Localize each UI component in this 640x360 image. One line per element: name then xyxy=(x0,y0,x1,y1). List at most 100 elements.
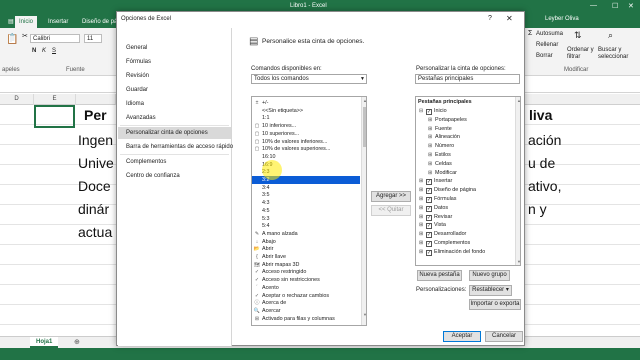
expand-icon[interactable]: ⊞ xyxy=(428,142,435,150)
close-icon[interactable]: ✕ xyxy=(506,14,513,23)
underline-icon[interactable]: S xyxy=(52,48,56,54)
scroll-thumb[interactable] xyxy=(363,107,366,147)
ok-button[interactable]: Aceptar xyxy=(443,331,481,342)
command-item[interactable]: 5:3 xyxy=(252,215,360,223)
sheet-tab-hoja1[interactable]: Hoja1 xyxy=(30,337,59,348)
new-tab-button[interactable]: Nueva pestaña xyxy=(417,270,462,281)
checkbox[interactable]: ✓ xyxy=(426,109,432,115)
checkbox[interactable]: ✓ xyxy=(426,214,432,221)
scroll-up-icon[interactable]: ▲ xyxy=(516,98,520,103)
checkbox[interactable]: ✓ xyxy=(426,223,432,230)
add-sheet-icon[interactable]: ⊕ xyxy=(74,338,80,346)
expand-icon[interactable]: ⊞ xyxy=(419,239,426,247)
column-header-d[interactable]: D xyxy=(0,94,34,105)
tab-diseno[interactable]: Diseño de pá xyxy=(78,16,121,28)
tree-item[interactable]: ⊞ ✓ Insertar xyxy=(419,177,452,186)
tree-item[interactable]: ⊞ ✓ Diseño de página xyxy=(419,186,476,195)
clear-button[interactable]: Borrar xyxy=(536,53,553,59)
active-cell[interactable] xyxy=(34,105,75,128)
nav-formulas[interactable]: Fórmulas xyxy=(118,56,231,68)
nav-trust-center[interactable]: Centro de confianza xyxy=(118,170,231,182)
collapse-icon[interactable]: ⊟ xyxy=(419,107,426,115)
command-item[interactable]: <<Sin etiqueta>> xyxy=(252,107,360,115)
import-export-button[interactable]: Importar o exporta xyxy=(469,299,521,310)
expand-icon[interactable]: ⊞ xyxy=(419,221,426,229)
paste-icon[interactable]: 📋 xyxy=(6,34,18,45)
tab-inicio[interactable]: Inicio xyxy=(15,16,38,28)
nav-revision[interactable]: Revisión xyxy=(118,70,231,82)
expand-icon[interactable]: ⊞ xyxy=(419,230,426,238)
customize-ribbon-dropdown[interactable]: Pestañas principales xyxy=(415,74,520,84)
expand-icon[interactable]: ⊞ xyxy=(419,213,426,221)
command-item[interactable]: ⊞ Activado para filas y columnas xyxy=(252,315,360,323)
font-name-box[interactable]: Calibri xyxy=(30,34,80,43)
cancel-button[interactable]: Cancelar xyxy=(485,331,523,342)
tree-scrollbar[interactable]: ▲ ▼ xyxy=(515,97,520,265)
checkbox[interactable]: ✓ xyxy=(426,197,432,203)
command-item[interactable]: ´ Acento xyxy=(252,284,360,292)
command-item[interactable]: 🗺 Abrir mapas 3D xyxy=(252,261,360,269)
tree-item[interactable]: ⊞ Modificar xyxy=(428,169,457,177)
new-group-button[interactable]: Nuevo grupo xyxy=(469,270,510,281)
tree-item[interactable]: ⊞ ✓ Fórmulas xyxy=(419,195,456,203)
command-item[interactable]: 📂 Abrir xyxy=(252,245,360,253)
tree-item[interactable]: ⊞ Celdas xyxy=(428,160,452,168)
bold-icon[interactable]: N xyxy=(32,48,36,54)
checkbox[interactable]: ✓ xyxy=(426,179,432,186)
command-item[interactable]: ✓ Acceso sin restricciones xyxy=(252,276,360,284)
sort-filter-icon[interactable]: ⇅ xyxy=(574,30,582,41)
checkbox[interactable]: ✓ xyxy=(426,249,432,256)
user-name[interactable]: Leyber Oliva xyxy=(545,16,579,22)
fill-button[interactable]: Rellenar xyxy=(536,42,558,48)
command-item[interactable]: ▢ 10% de valores superiores... xyxy=(252,145,360,153)
tree-item[interactable]: ⊞ ✓ Eliminación del fondo xyxy=(419,248,485,256)
tree-item[interactable]: ⊞ Alineación xyxy=(428,133,460,141)
tree-item[interactable]: ⊞ ✓ Revisar xyxy=(419,213,452,221)
command-item[interactable]: ▢ 10% de valores inferiores... xyxy=(252,138,360,146)
checkbox[interactable]: ✓ xyxy=(426,232,432,239)
tree-item[interactable]: ⊞ ✓ Datos xyxy=(419,204,448,212)
font-size-box[interactable]: 11 xyxy=(84,34,102,43)
command-item[interactable]: ✓ Acceso restringido xyxy=(252,268,360,276)
cut-icon[interactable]: ✂ xyxy=(22,32,28,40)
expand-icon[interactable]: ⊞ xyxy=(419,177,426,185)
tree-item[interactable]: ⊞ ✓ Complementos xyxy=(419,239,470,247)
command-item[interactable]: 🔍 Acercar xyxy=(252,307,360,315)
expand-icon[interactable]: ⊞ xyxy=(419,248,426,256)
tree-item[interactable]: ⊞ Portapapeles xyxy=(428,116,467,124)
column-header-e[interactable]: E xyxy=(34,94,76,105)
command-item[interactable]: ▢ 10 inferiores... xyxy=(252,122,360,130)
expand-icon[interactable]: ⊞ xyxy=(428,116,435,124)
commands-list[interactable]: ⊞ Activado para filas y columnas 🔍 Acercar ⓘ… xyxy=(251,96,367,326)
column-header[interactable] xyxy=(76,94,116,105)
sort-filter-button[interactable]: Ordenar y filtrar xyxy=(567,47,594,61)
expand-icon[interactable]: ⊞ xyxy=(419,204,426,212)
tab-insertar[interactable]: Insertar xyxy=(44,16,72,28)
expand-icon[interactable]: ⊞ xyxy=(428,133,435,141)
nav-general[interactable]: General xyxy=(118,42,231,54)
command-item[interactable]: ✎ A mano alzada xyxy=(252,230,360,238)
ribbon-tabs-tree[interactable]: Pestañas principales ▲ ▼ ⊟ ✓ Inicio ⊞ Portap… xyxy=(415,96,521,266)
find-select-button[interactable]: Buscar y seleccionar xyxy=(598,47,628,61)
add-button[interactable]: Agregar >> xyxy=(371,191,411,202)
tree-item[interactable]: ⊞ Estilos xyxy=(428,151,451,159)
find-select-icon[interactable]: ⌕ xyxy=(608,30,613,41)
command-item[interactable]: ⓘ Acerca de xyxy=(252,299,360,307)
command-item[interactable]: 4:5 xyxy=(252,207,360,215)
nav-avanzadas[interactable]: Avanzadas xyxy=(118,112,231,124)
autosum-icon[interactable]: Σ xyxy=(528,30,532,37)
command-item[interactable]: 1:1 xyxy=(252,114,360,122)
expand-icon[interactable]: ⊞ xyxy=(428,160,435,168)
command-item[interactable]: ✓ Aceptar o rechazar cambios xyxy=(252,292,360,300)
scroll-down-icon[interactable]: ▼ xyxy=(362,312,366,317)
nav-idioma[interactable]: Idioma xyxy=(118,98,231,110)
tree-item[interactable]: ⊟ ✓ Inicio xyxy=(419,107,447,115)
help-icon[interactable]: ? xyxy=(488,15,492,22)
checkbox[interactable]: ✓ xyxy=(426,188,432,195)
expand-icon[interactable]: ⊞ xyxy=(428,151,435,159)
commands-dropdown[interactable]: Todos los comandos ▼ xyxy=(251,74,367,84)
nav-customize-ribbon[interactable]: Personalizar cinta de opciones xyxy=(118,127,231,139)
checkbox[interactable]: ✓ xyxy=(426,241,432,247)
scroll-down-icon[interactable]: ▼ xyxy=(516,259,520,264)
command-item[interactable]: {Abrir llave xyxy=(252,253,360,261)
